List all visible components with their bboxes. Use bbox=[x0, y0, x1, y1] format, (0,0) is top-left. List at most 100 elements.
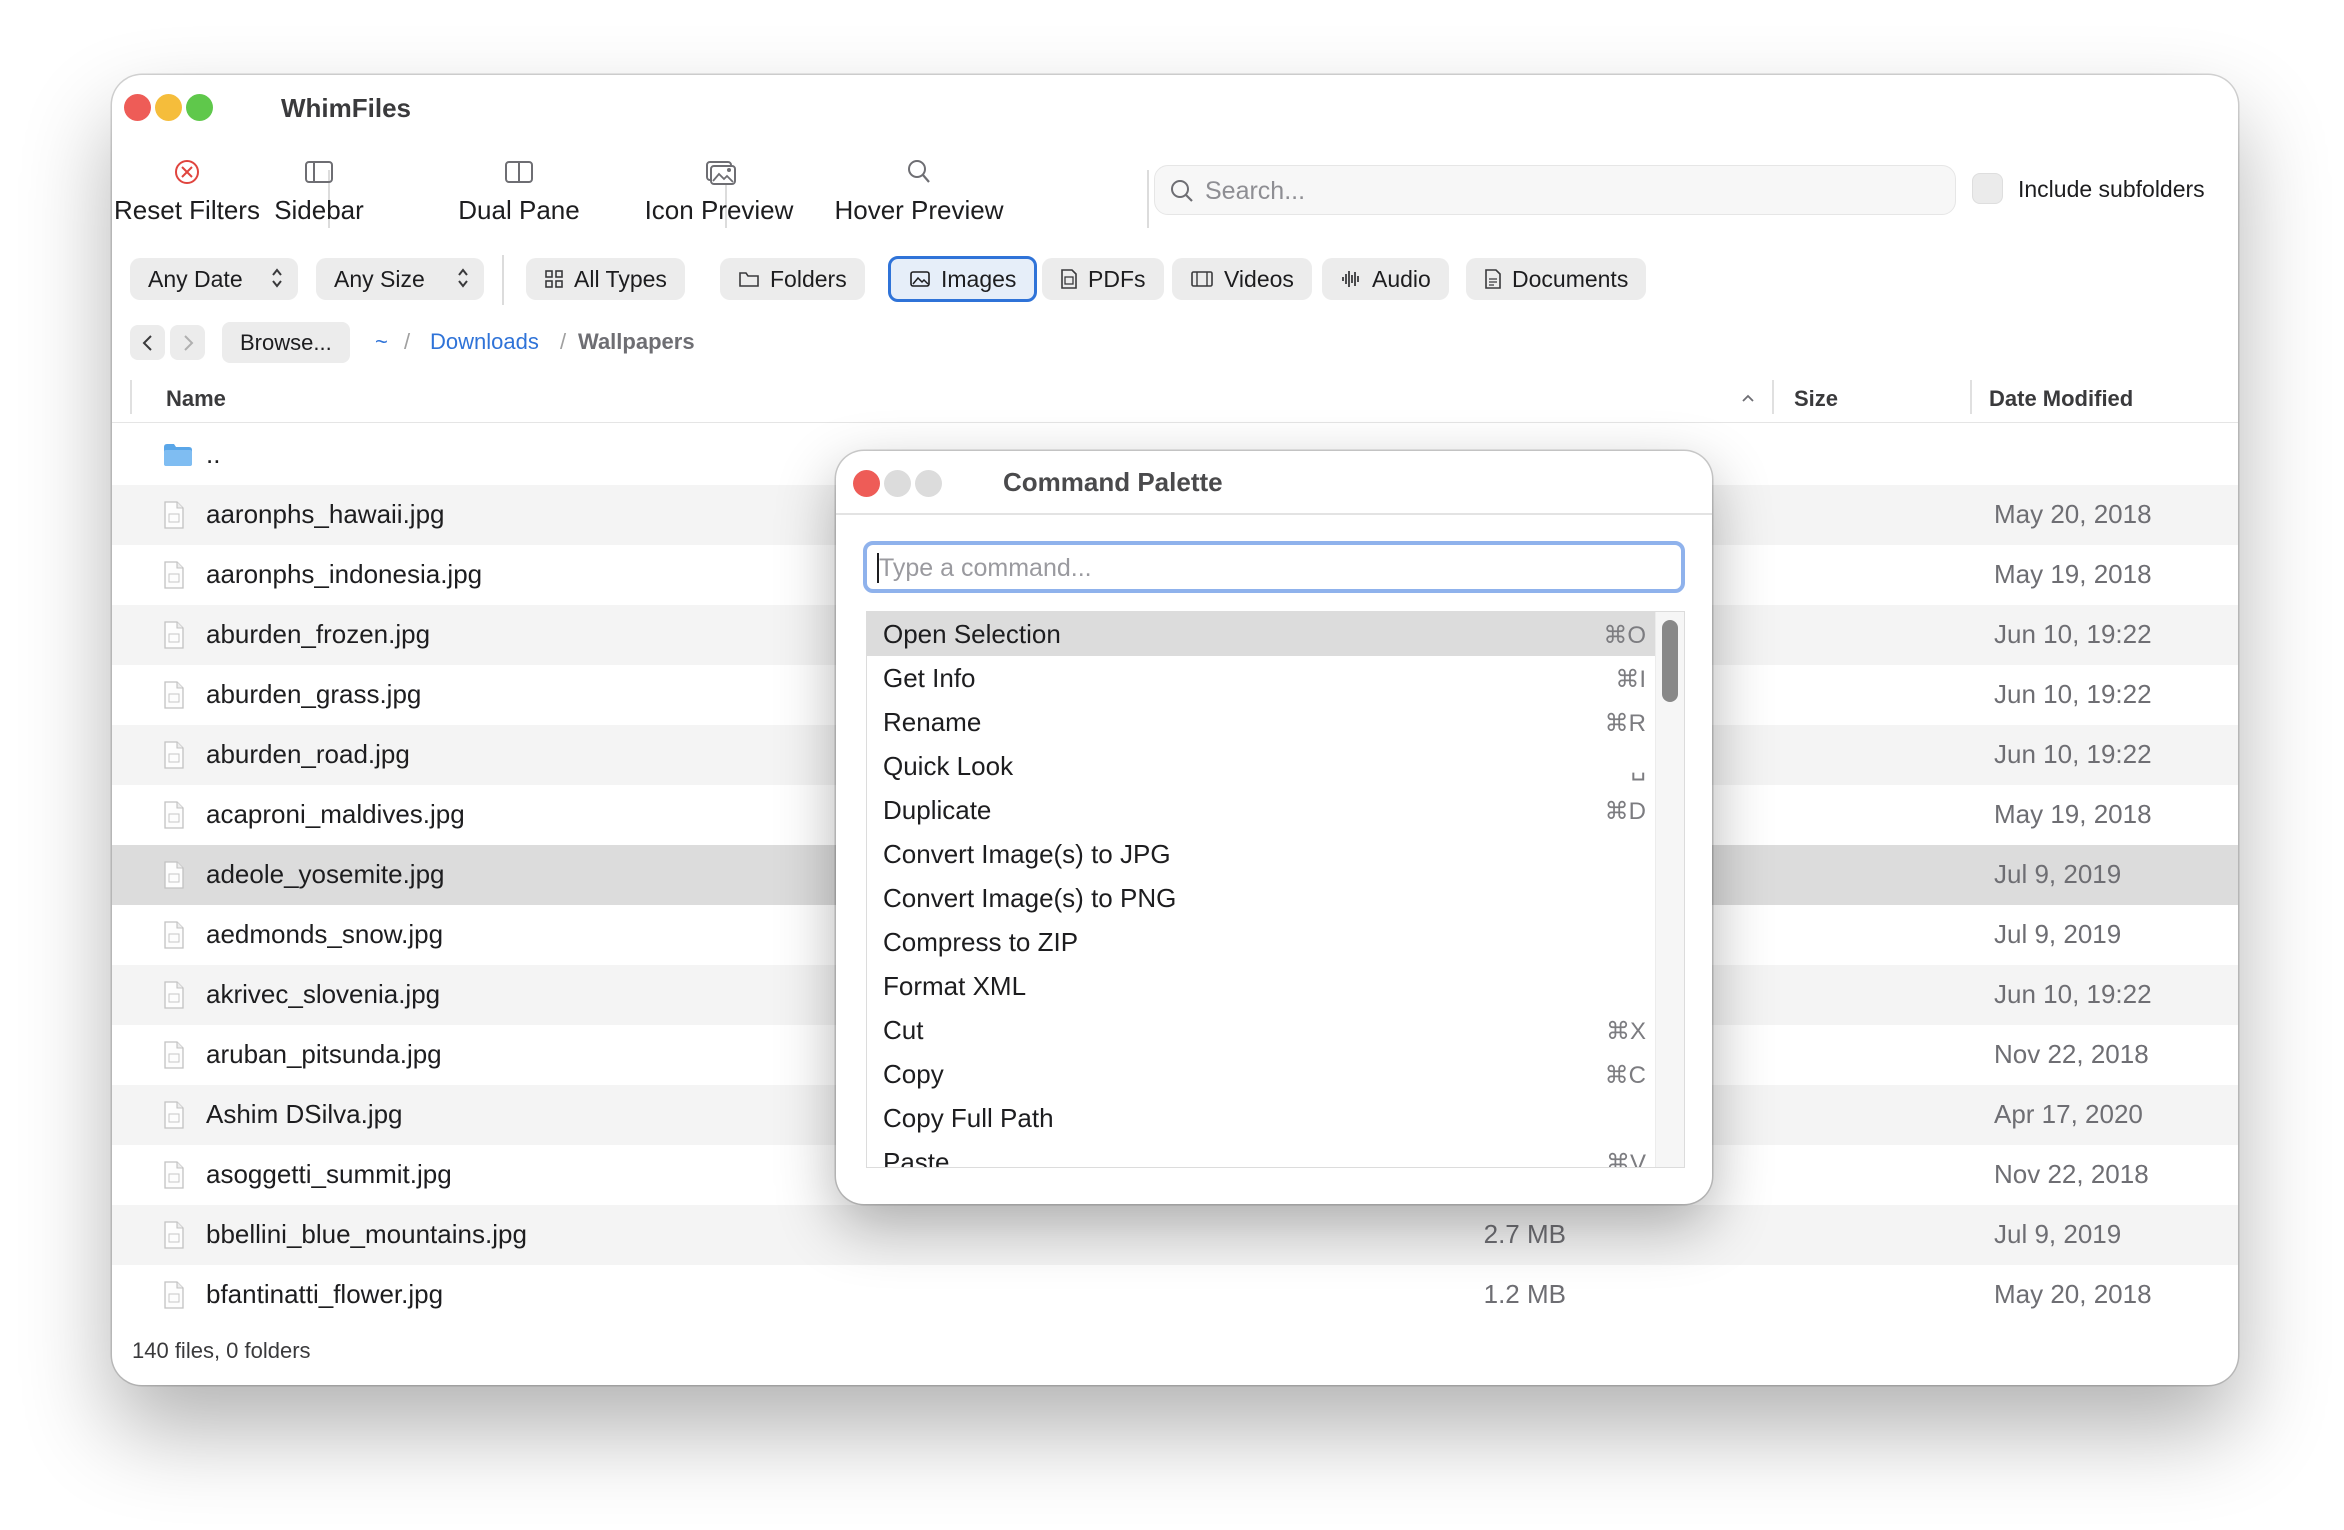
breadcrumb-downloads[interactable]: Downloads bbox=[430, 329, 539, 355]
file-name: aedmonds_snow.jpg bbox=[206, 919, 444, 949]
pdf-icon bbox=[1061, 269, 1077, 289]
dual-pane-button[interactable]: Dual Pane bbox=[424, 157, 614, 237]
filter-pdfs-label: PDFs bbox=[1088, 265, 1146, 292]
filter-videos[interactable]: Videos bbox=[1172, 258, 1312, 300]
browse-button[interactable]: Browse... bbox=[222, 322, 350, 363]
command-label: Cut bbox=[883, 1015, 924, 1045]
search-field[interactable] bbox=[1154, 165, 1956, 215]
file-date: Jun 10, 19:22 bbox=[1994, 979, 2152, 1009]
image-file-icon bbox=[164, 1161, 184, 1189]
filter-images[interactable]: Images bbox=[888, 256, 1038, 302]
command-list-scrollbar[interactable] bbox=[1655, 612, 1684, 1167]
filter-audio[interactable]: Audio bbox=[1322, 258, 1449, 300]
command-item[interactable]: Get Info ⌘I bbox=[867, 656, 1684, 700]
search-input[interactable] bbox=[1203, 172, 1907, 210]
filter-folders[interactable]: Folders bbox=[720, 258, 865, 300]
file-name: bbellini_blue_mountains.jpg bbox=[206, 1219, 527, 1249]
grid-icon bbox=[545, 270, 563, 288]
command-item[interactable]: Format XML bbox=[867, 964, 1684, 1008]
parent-folder-label: .. bbox=[206, 439, 221, 469]
breadcrumb-home[interactable]: ~ bbox=[375, 329, 388, 355]
command-shortcut: ⌘V bbox=[1605, 1150, 1646, 1168]
file-date: Jun 10, 19:22 bbox=[1994, 619, 2152, 649]
file-date: Jun 10, 19:22 bbox=[1994, 679, 2152, 709]
hover-preview-label: Hover Preview bbox=[834, 195, 1004, 225]
image-file-icon bbox=[164, 561, 184, 589]
include-subfolders-checkbox[interactable] bbox=[1972, 173, 2003, 204]
command-label: Get Info bbox=[883, 663, 976, 693]
filter-pdfs[interactable]: PDFs bbox=[1042, 258, 1164, 300]
image-file-icon bbox=[164, 921, 184, 949]
filter-all-types[interactable]: All Types bbox=[526, 258, 685, 300]
date-filter-select[interactable]: Any Date bbox=[130, 258, 298, 300]
search-icon bbox=[1171, 180, 1193, 202]
command-shortcut: ⌘R bbox=[1604, 710, 1646, 737]
hover-preview-button[interactable]: Hover Preview bbox=[824, 157, 1014, 237]
column-name[interactable]: Name bbox=[166, 386, 226, 412]
file-date: Jul 9, 2019 bbox=[1994, 859, 2122, 889]
file-date: May 19, 2018 bbox=[1994, 799, 2152, 829]
forward-button[interactable] bbox=[170, 325, 205, 360]
dual-pane-icon bbox=[505, 161, 533, 183]
file-date: May 20, 2018 bbox=[1994, 499, 2152, 529]
column-date-modified[interactable]: Date Modified bbox=[1989, 386, 2133, 412]
command-list[interactable]: Open Selection ⌘O Get Info ⌘I Rename ⌘R Quick … bbox=[866, 611, 1685, 1168]
size-filter-value: Any Size bbox=[334, 265, 425, 292]
app-title: WhimFiles bbox=[281, 93, 412, 123]
command-label: Rename bbox=[883, 707, 982, 737]
scrollbar-thumb[interactable] bbox=[1662, 620, 1678, 702]
file-name: aaronphs_indonesia.jpg bbox=[206, 559, 483, 589]
file-name: aburden_frozen.jpg bbox=[206, 619, 431, 649]
filter-folders-label: Folders bbox=[770, 265, 847, 292]
command-label: Paste bbox=[883, 1147, 950, 1168]
palette-close-button[interactable] bbox=[853, 470, 880, 497]
column-divider bbox=[1970, 380, 1972, 414]
command-item[interactable]: Convert Image(s) to JPG bbox=[867, 832, 1684, 876]
command-item[interactable]: Cut ⌘X bbox=[867, 1008, 1684, 1052]
zoom-window-button[interactable] bbox=[186, 94, 213, 121]
command-item[interactable]: Copy Full Path bbox=[867, 1096, 1684, 1140]
file-name: aaronphs_hawaii.jpg bbox=[206, 499, 445, 529]
minimize-window-button[interactable] bbox=[155, 94, 182, 121]
file-size: 2.7 MB bbox=[1483, 1219, 1566, 1249]
command-item[interactable]: Rename ⌘R bbox=[867, 700, 1684, 744]
close-window-button[interactable] bbox=[124, 94, 151, 121]
command-item[interactable]: Open Selection ⌘O bbox=[867, 612, 1684, 656]
command-item[interactable]: Convert Image(s) to PNG bbox=[867, 876, 1684, 920]
date-filter-value: Any Date bbox=[148, 265, 243, 292]
palette-zoom-button bbox=[915, 470, 942, 497]
file-name: aruban_pitsunda.jpg bbox=[206, 1039, 442, 1069]
include-subfolders-label: Include subfolders bbox=[2018, 176, 2205, 202]
palette-minimize-button bbox=[884, 470, 911, 497]
image-file-icon bbox=[164, 501, 184, 529]
table-row[interactable]: bfantinatti_flower.jpg 1.2 MB May 20, 2018 bbox=[112, 1265, 2238, 1325]
column-divider bbox=[1772, 380, 1774, 414]
command-item[interactable]: Duplicate ⌘D bbox=[867, 788, 1684, 832]
command-label: Copy Full Path bbox=[883, 1103, 1054, 1133]
filter-documents[interactable]: Documents bbox=[1466, 258, 1647, 300]
command-item[interactable]: Paste ⌘V bbox=[867, 1140, 1684, 1168]
icon-preview-label: Icon Preview bbox=[644, 195, 794, 225]
command-input[interactable] bbox=[877, 549, 1661, 587]
chevron-updown-icon bbox=[272, 268, 282, 288]
command-item[interactable]: Copy ⌘C bbox=[867, 1052, 1684, 1096]
command-input-field[interactable] bbox=[863, 541, 1685, 593]
table-row[interactable]: bbellini_blue_mountains.jpg 2.7 MB Jul 9, … bbox=[112, 1205, 2238, 1265]
icon-preview-button[interactable]: Icon Preview bbox=[624, 157, 814, 237]
image-icon bbox=[910, 271, 930, 287]
folder-icon bbox=[164, 444, 192, 466]
size-filter-select[interactable]: Any Size bbox=[316, 258, 484, 300]
command-item[interactable]: Quick Look ␣ bbox=[867, 744, 1684, 788]
chevron-updown-icon bbox=[458, 268, 468, 288]
sidebar-button[interactable]: Sidebar bbox=[224, 157, 414, 237]
command-shortcut: ␣ bbox=[1630, 754, 1646, 781]
image-file-icon bbox=[164, 681, 184, 709]
back-button[interactable] bbox=[130, 325, 165, 360]
command-shortcut: ⌘X bbox=[1605, 1018, 1646, 1045]
command-item[interactable]: Compress to ZIP bbox=[867, 920, 1684, 964]
column-size[interactable]: Size bbox=[1794, 386, 1838, 412]
image-file-icon bbox=[164, 1221, 184, 1249]
image-file-icon bbox=[164, 741, 184, 769]
file-date: Jul 9, 2019 bbox=[1994, 1219, 2122, 1249]
image-file-icon bbox=[164, 981, 184, 1009]
